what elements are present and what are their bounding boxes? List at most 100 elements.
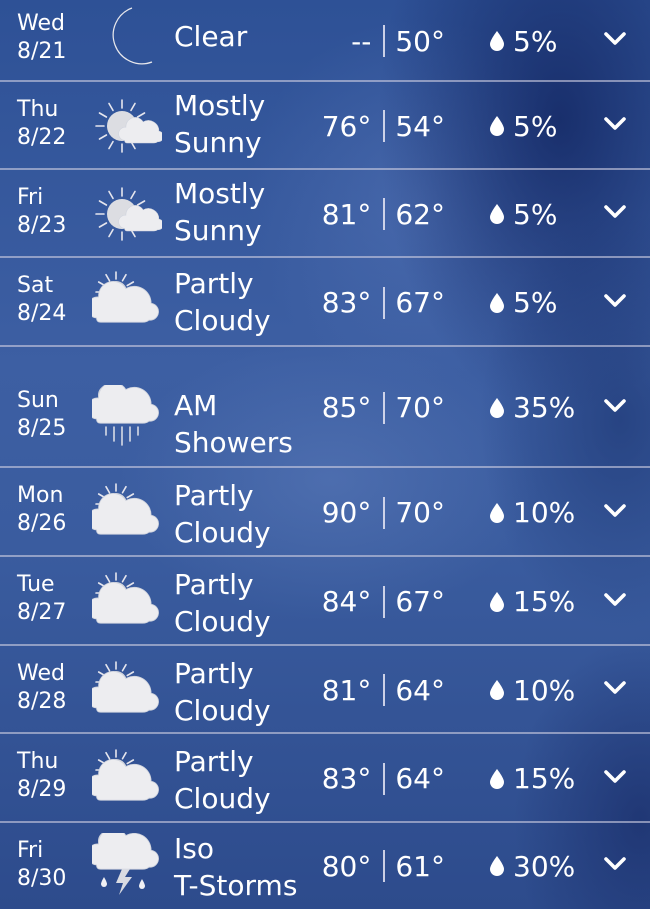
date: 8/22 (17, 125, 67, 150)
condition-line-1: Partly (174, 479, 254, 512)
day-label: Wed 8/21 (17, 10, 87, 66)
high-temp: 76° (321, 109, 372, 143)
day-label: Thu 8/22 (17, 96, 87, 152)
chevron-down-icon (604, 857, 626, 870)
low-temp: 70° (395, 496, 445, 529)
forecast-row-mon-8-26[interactable]: Mon 8/26 Partly Cloudy 90° 70° 10% (0, 468, 650, 557)
temperature-range: 83° 64° (322, 759, 445, 799)
expand-row-button[interactable] (603, 680, 627, 696)
condition: Iso T-Storms (174, 830, 324, 904)
precipitation: 35% (490, 388, 575, 428)
temp-separator (383, 198, 386, 230)
precip-chance: 10% (513, 496, 576, 529)
forecast-row-fri-8-23[interactable]: Fri 8/23 Mostly Sunny 81° 62° 5% (0, 170, 650, 258)
forecast-row-thu-8-22[interactable]: Thu 8/22 Mostly Sunny 76° 54° 5% (0, 82, 650, 170)
thunderstorm-icon (92, 833, 162, 897)
weekday: Wed (17, 661, 65, 686)
low-temp: 54° (395, 109, 445, 143)
temp-separator (383, 286, 386, 319)
expand-row-button[interactable] (603, 116, 627, 132)
weekday: Thu (17, 97, 59, 122)
condition: Mostly Sunny (174, 175, 324, 249)
low-temp: 50° (395, 24, 445, 58)
date: 8/30 (17, 866, 67, 891)
low-temp: 67° (395, 585, 445, 618)
raindrop-icon (490, 292, 504, 313)
condition-line-1: Partly (174, 568, 254, 601)
condition-line-2: Cloudy (174, 304, 271, 337)
chevron-down-icon (604, 592, 626, 606)
high-temp: 81° (321, 673, 372, 707)
day-label: Tue 8/27 (17, 571, 87, 627)
high-temp: 80° (321, 849, 372, 883)
condition: Clear (174, 18, 324, 55)
low-temp: 64° (395, 762, 445, 795)
temp-separator (383, 674, 386, 706)
forecast-row-wed-8-28[interactable]: Wed 8/28 Partly Cloudy 81° 64° 10% (0, 646, 650, 734)
expand-row-button[interactable] (603, 592, 627, 608)
expand-row-button[interactable] (603, 31, 627, 47)
condition-line-2: Cloudy (174, 782, 271, 815)
temp-separator (383, 110, 386, 142)
partly-cloudy-icon (92, 482, 162, 546)
precipitation: 15% (490, 759, 575, 799)
day-label: Fri 8/23 (17, 184, 87, 240)
expand-row-button[interactable] (603, 503, 627, 519)
expand-row-button[interactable] (603, 769, 627, 785)
condition-line-1: Partly (174, 745, 254, 778)
high-temp: 83° (321, 286, 372, 319)
day-label: Fri 8/30 (17, 837, 87, 893)
precipitation: 30% (490, 846, 575, 886)
temp-separator (383, 391, 386, 424)
weekday: Fri (17, 838, 44, 863)
condition-line-1: Iso (174, 832, 214, 865)
expand-row-button[interactable] (603, 293, 627, 309)
condition-line-1: Clear (174, 20, 248, 53)
mostly-sunny-icon (92, 180, 162, 244)
weekday: Tue (17, 572, 55, 597)
low-temp: 64° (395, 673, 445, 707)
temperature-range: 90° 70° (322, 493, 445, 533)
partly-cloudy-icon (92, 270, 162, 334)
date: 8/21 (17, 39, 67, 64)
precip-chance: 15% (513, 762, 576, 795)
moon-icon (92, 4, 162, 68)
temperature-range: 81° 62° (322, 194, 445, 234)
precipitation: 5% (490, 194, 557, 234)
forecast-row-sun-8-25[interactable]: Sun 8/25 AM Showers 85° 70° 35% (0, 347, 650, 468)
raindrop-icon (490, 591, 504, 612)
low-temp: 67° (395, 286, 445, 319)
date: 8/28 (17, 689, 67, 714)
partly-cloudy-icon (92, 660, 162, 724)
precipitation: 5% (490, 283, 557, 323)
chevron-down-icon (604, 117, 626, 130)
raindrop-icon (490, 502, 504, 523)
temperature-range: 80° 61° (322, 846, 445, 886)
chevron-down-icon (604, 769, 626, 783)
forecast-row-thu-8-29[interactable]: Thu 8/29 Partly Cloudy 83° 64° 15% (0, 734, 650, 823)
precip-chance: 30% (513, 849, 576, 883)
precip-chance: 5% (513, 24, 558, 58)
showers-icon (92, 385, 162, 449)
date: 8/26 (17, 511, 67, 536)
condition-line-1: Partly (174, 657, 254, 690)
chevron-down-icon (604, 503, 626, 517)
expand-row-button[interactable] (603, 856, 627, 872)
forecast-row-fri-8-30[interactable]: Fri 8/30 Iso T-Storms 80° 61° 30% (0, 823, 650, 909)
chevron-down-icon (604, 32, 626, 45)
expand-row-button[interactable] (603, 204, 627, 220)
raindrop-icon (490, 680, 504, 700)
precip-chance: 5% (513, 286, 558, 319)
partly-cloudy-icon (92, 748, 162, 812)
condition-line-1: AM (174, 389, 218, 422)
temp-separator (383, 585, 386, 618)
forecast-row-sat-8-24[interactable]: Sat 8/24 Partly Cloudy 83° 67° 5% (0, 258, 650, 347)
forecast-row-wed-8-21[interactable]: Wed 8/21 Clear -- 50° 5% (0, 0, 650, 82)
weekday: Sat (17, 273, 54, 298)
weekday: Wed (17, 11, 65, 36)
condition: Partly Cloudy (174, 566, 324, 640)
low-temp: 70° (395, 391, 445, 424)
date: 8/27 (17, 600, 67, 625)
expand-row-button[interactable] (603, 398, 627, 414)
forecast-row-tue-8-27[interactable]: Tue 8/27 Partly Cloudy 84° 67° 15% (0, 557, 650, 646)
